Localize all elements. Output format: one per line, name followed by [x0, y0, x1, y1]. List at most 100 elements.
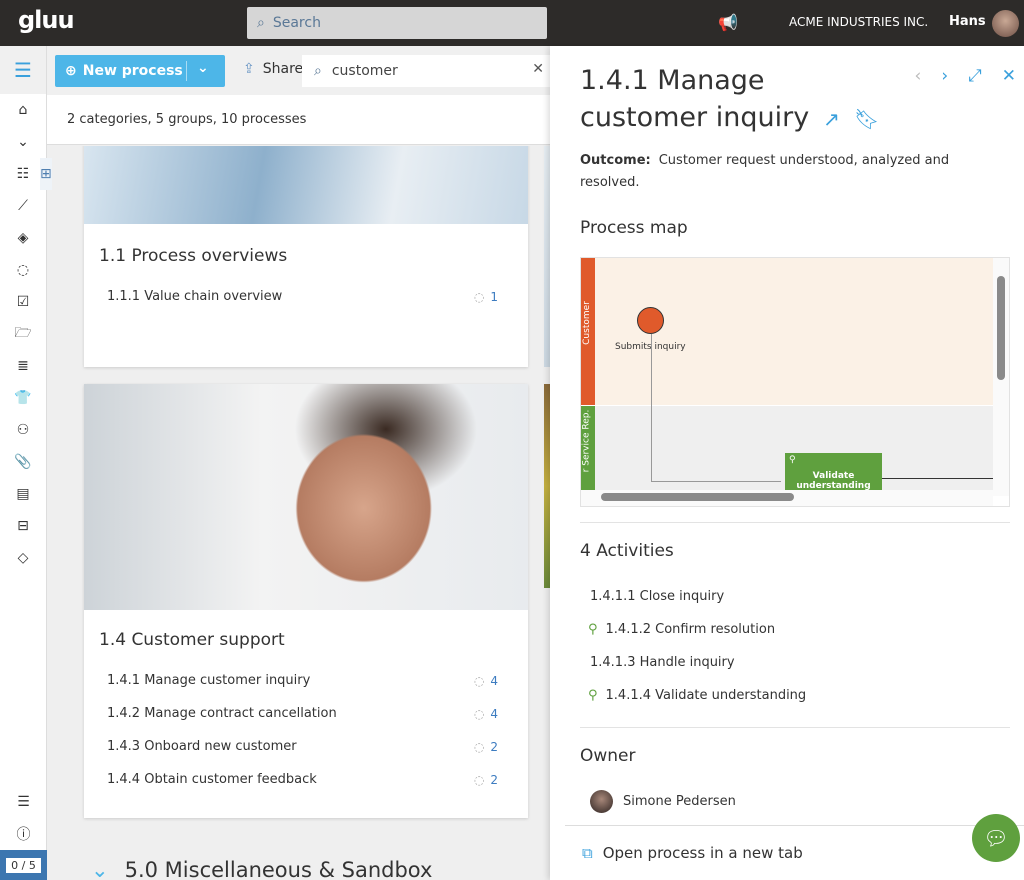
shirt-icon[interactable]: 👕	[0, 382, 46, 414]
checkbox-icon[interactable]: ☑	[0, 286, 46, 318]
close-icon[interactable]: ✕	[1002, 66, 1016, 86]
process-label: 1.4.1 Manage customer inquiry	[107, 673, 311, 688]
logo[interactable]: gluu	[18, 6, 75, 34]
open-tab-label: Open process in a new tab	[602, 844, 803, 862]
avatar[interactable]	[992, 10, 1019, 37]
group-image	[84, 146, 528, 224]
megaphone-icon[interactable]: 📢	[718, 13, 738, 32]
cycle-icon: ◌	[473, 739, 485, 754]
task-validate[interactable]: ⚲ Validate understanding	[785, 453, 882, 493]
vertical-scrollbar[interactable]	[993, 258, 1009, 496]
activity-label: 1.4.1.1 Close inquiry	[590, 589, 725, 604]
cycle-icon: ◌	[473, 772, 485, 787]
tag-icon[interactable]: ◇	[0, 542, 46, 574]
panel-title: 1.4.1 Manage customer inquiry ↗ 🔖︎	[580, 62, 900, 138]
user-name[interactable]: Hans	[949, 14, 986, 29]
next-icon[interactable]: ›	[941, 66, 948, 86]
company-name[interactable]: ACME INDUSTRIES INC.	[789, 15, 928, 29]
chat-button[interactable]: 💬︎	[972, 814, 1020, 862]
category-heading[interactable]: ⌄ 5.0 Miscellaneous & Sandbox	[91, 858, 432, 880]
activities-heading: 4 Activities	[580, 541, 674, 561]
user-task-icon: ⚲	[588, 622, 598, 637]
result-summary: 2 categories, 5 groups, 10 processes	[47, 95, 550, 145]
process-label: 1.1.1 Value chain overview	[107, 289, 283, 304]
user-task-icon: ⚲	[789, 455, 796, 465]
home-icon[interactable]: ⌂	[0, 94, 46, 126]
paperclip-icon[interactable]: 📎	[0, 446, 46, 478]
process-item[interactable]: 1.4.1 Manage customer inquiry ◌ 4	[84, 664, 528, 697]
activity-label: 1.4.1.3 Handle inquiry	[590, 655, 735, 670]
hamburger-menu-icon[interactable]: ☰	[0, 46, 46, 94]
horizontal-scrollbar[interactable]	[581, 490, 993, 506]
widgets-icon[interactable]: ⊟	[0, 510, 46, 542]
new-process-label: New process	[82, 63, 183, 79]
external-link-icon: ⧉	[582, 844, 593, 862]
previous-icon[interactable]: ‹	[915, 66, 922, 86]
folder-icon[interactable]: 🗁	[0, 318, 46, 350]
process-map[interactable]: Customer r Service Rep. Submits inquiry …	[580, 257, 1010, 507]
chevron-down-icon[interactable]: ⌄	[197, 60, 209, 76]
process-label: 1.4.3 Onboard new customer	[107, 739, 297, 754]
filter-search-input[interactable]: ⌕ customer ✕	[302, 55, 552, 87]
outcome-label: Outcome:	[580, 153, 651, 168]
shapes-icon[interactable]: ◈	[0, 222, 46, 254]
process-label: 1.4.4 Obtain customer feedback	[107, 772, 317, 787]
search-value: customer	[331, 63, 398, 79]
process-item[interactable]: 1.1.1 Value chain overview ◌ 1	[84, 280, 528, 313]
process-detail-panel: 1.4.1 Manage customer inquiry ↗ 🔖︎ ‹ › ⤢ ✕…	[550, 46, 1024, 880]
flow-icon[interactable]: ⟋	[0, 190, 46, 222]
activity-count: 2	[490, 739, 498, 754]
document-icon[interactable]: ▤	[0, 478, 46, 510]
lane-service-rep: r Service Rep.	[581, 406, 595, 496]
search-placeholder: Search	[272, 15, 321, 31]
help-icon[interactable]: ⓘ	[0, 818, 47, 850]
expand-icon[interactable]: ⤢	[968, 66, 982, 86]
start-event[interactable]	[637, 307, 664, 334]
search-icon: ⌕	[257, 15, 265, 31]
bookmark-icon[interactable]: 🔖︎	[854, 107, 879, 131]
new-process-button[interactable]: ⊕ New process ⌄	[55, 55, 225, 87]
selection-counter[interactable]: 0 / 5	[0, 850, 47, 880]
process-item[interactable]: 1.4.3 Onboard new customer ◌ 2	[84, 730, 528, 763]
share-label: Share	[262, 61, 304, 77]
group-card[interactable]: 1.4 Customer support 1.4.1 Manage custom…	[84, 384, 528, 818]
cycle-icon: ◌	[473, 706, 485, 721]
activity-count: 4	[490, 706, 498, 721]
chevron-down-icon[interactable]: ⌄	[91, 858, 109, 880]
user-task-icon: ⚲	[588, 688, 598, 703]
group-image	[84, 384, 528, 610]
share-button[interactable]: ⇪ Share	[243, 61, 303, 77]
process-map-heading: Process map	[580, 218, 688, 238]
sliders-icon[interactable]: ☰	[0, 786, 47, 818]
activity-count: 2	[490, 772, 498, 787]
chat-icon: 💬︎	[983, 826, 1009, 850]
open-arrow-icon[interactable]: ↗	[823, 107, 840, 131]
process-item[interactable]: 1.4.4 Obtain customer feedback ◌ 2	[84, 763, 528, 796]
clear-icon[interactable]: ✕	[532, 61, 544, 77]
plus-circle-icon: ⊕	[65, 63, 77, 79]
owner-avatar	[590, 790, 613, 813]
process-item[interactable]: 1.4.2 Manage contract cancellation ◌ 4	[84, 697, 528, 730]
chevron-down-icon[interactable]: ⌄	[0, 126, 46, 158]
owner[interactable]: Simone Pedersen	[590, 790, 736, 813]
cycle-icon[interactable]: ◌	[0, 254, 46, 286]
category-title: 5.0 Miscellaneous & Sandbox	[124, 858, 433, 880]
process-grid: 1.1 Process overviews 1.1.1 Value chain …	[47, 146, 550, 880]
people-icon[interactable]: ⚇	[0, 414, 46, 446]
global-search-input[interactable]: ⌕ Search	[247, 7, 547, 39]
activity-item[interactable]: ⚲ 1.4.1.2 Confirm resolution	[588, 622, 775, 637]
activity-item[interactable]: 1.4.1.1 Close inquiry	[590, 589, 724, 604]
group-title[interactable]: 1.4 Customer support	[84, 630, 528, 650]
activity-label: 1.4.1.4 Validate understanding	[605, 688, 807, 703]
top-bar: gluu ⌕ Search 📢 ACME INDUSTRIES INC. Hans	[0, 0, 1024, 46]
search-icon: ⌕	[314, 63, 322, 79]
outcome: Outcome: Customer request understood, ana…	[580, 150, 980, 194]
open-in-new-tab-link[interactable]: ⧉ Open process in a new tab	[565, 825, 1024, 880]
group-card[interactable]: 1.1 Process overviews 1.1.1 Value chain …	[84, 146, 528, 367]
group-title[interactable]: 1.1 Process overviews	[84, 246, 528, 266]
owner-name: Simone Pedersen	[623, 794, 736, 809]
activity-item[interactable]: ⚲ 1.4.1.4 Validate understanding	[588, 688, 806, 703]
activity-item[interactable]: 1.4.1.3 Handle inquiry	[590, 655, 735, 670]
database-icon[interactable]: ≣	[0, 350, 46, 382]
cycle-icon: ◌	[473, 673, 485, 688]
